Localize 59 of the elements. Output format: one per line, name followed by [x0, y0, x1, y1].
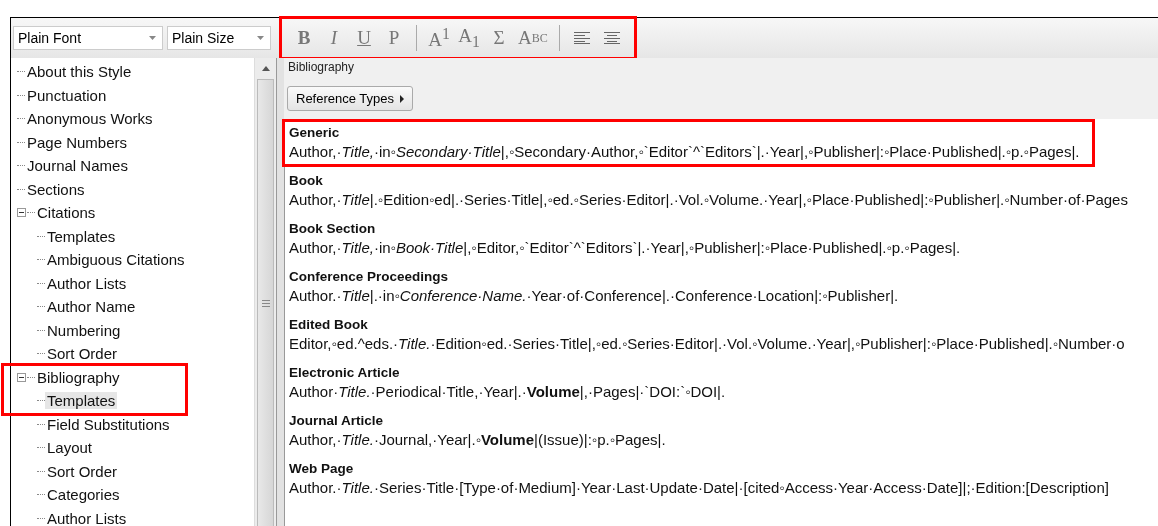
small-caps-button[interactable]: ABC [515, 23, 551, 53]
font-dropdown[interactable]: Plain Font [13, 26, 163, 50]
template-title: Generic [289, 124, 340, 142]
tree-item[interactable]: Page Numbers [25, 133, 130, 151]
tree-item[interactable]: Author Name [45, 298, 138, 316]
template-line[interactable]: Author,·Title|.◦Edition◦ed|.·Series·Title|,◦ed.◦Series·Editor|.·Vol.◦Volume.·Year|,◦Place·Published|:◦Publisher|.◦Number·of·Pages [289, 190, 1128, 209]
plain-button[interactable]: P [380, 23, 408, 53]
template-title: Book [289, 172, 323, 190]
tree-item[interactable]: Sections [25, 180, 87, 198]
align-left-icon [573, 32, 590, 44]
template-line[interactable]: Author·Title.·Periodical·Title,·Year|.·Volume|,·Pages|·`DOI:`◦DOI|. [289, 382, 726, 401]
italic-button[interactable]: I [320, 23, 348, 53]
template-line[interactable]: Editor,◦ed.^eds.·Title.·Edition◦ed.·Series·Title|,◦ed.◦Series·Editor|.·Vol.◦Volume.·Year|,◦Publisher|:◦Place·Published|.◦Number·o [289, 334, 1125, 353]
size-dropdown[interactable]: Plain Size [167, 26, 271, 50]
template-line[interactable]: Author.·Title.·Series·Title·[Type·of·Medium]·Year·Last·Update·Date|·[cited◦Access·Year·Access·Date]|;·Edition:[Description] [289, 478, 1109, 497]
grip-icon [261, 299, 270, 307]
tree-item[interactable]: About this Style [25, 63, 134, 81]
tree-item[interactable]: Field Substitutions [45, 415, 172, 433]
tree-item[interactable]: Journal Names [25, 157, 130, 175]
template-title: Edited Book [289, 316, 368, 334]
superscript-button[interactable]: A$^{1}$ [425, 23, 453, 53]
tree-item[interactable]: Layout [45, 439, 95, 457]
scroll-thumb[interactable] [257, 79, 274, 526]
template-title: Conference Proceedings [289, 268, 449, 286]
tree-item[interactable]: Ambiguous Citations [45, 251, 187, 269]
tree-item[interactable]: Author Lists [45, 274, 129, 292]
symbol-button[interactable]: Σ [485, 23, 513, 53]
dropdown-caret-icon [257, 36, 264, 40]
reference-types-button[interactable]: Reference Types [287, 86, 414, 111]
section-title: Bibliography [288, 60, 355, 74]
template-title: Web Page [289, 460, 354, 478]
collapse-icon[interactable] [17, 372, 26, 382]
tree-item[interactable]: Categories [45, 486, 122, 504]
template-line[interactable]: Author,·Title.·Journal,·Year|.◦Volume|(Issue)|:◦p.◦Pages|. [289, 430, 666, 449]
tree-item[interactable]: Sort Order [45, 345, 120, 363]
tree-item[interactable]: Templates [45, 392, 118, 410]
tree-item[interactable]: Sort Order [45, 462, 120, 480]
dropdown-caret-icon [149, 36, 156, 40]
scroll-up-icon[interactable] [261, 66, 270, 71]
align-center-icon [603, 32, 620, 44]
template-title: Electronic Article [289, 364, 400, 382]
caret-icon [400, 94, 405, 103]
template-title: Journal Article [289, 412, 384, 430]
tree-item[interactable]: Author Lists [45, 509, 129, 526]
subscript-button[interactable]: A$_{1}$ [455, 23, 483, 53]
tree-item[interactable]: Anonymous Works [25, 110, 155, 128]
template-line[interactable]: Author,·Title,·in◦Book·Title|,◦Editor,◦`Editor`^`Editors`|.·Year|,◦Publisher|:◦Place·Published|.◦p.◦Pages|. [289, 238, 961, 257]
template-line[interactable]: Author.·Title|.·in◦Conference·Name.·Year·of·Conference|.·Conference·Location|:◦Publisher|. [289, 286, 899, 305]
scrollbar[interactable] [254, 58, 276, 526]
tree-item[interactable]: Bibliography [35, 368, 122, 386]
tree-item[interactable]: Citations [35, 204, 98, 222]
template-line[interactable]: Author,·Title,·in◦Secondary·Title|,◦Secondary·Author,◦`Editor`^`Editors`|.·Year|,◦Publisher|:◦Place·Published|.◦p.◦Pages|. [289, 142, 1080, 161]
tree-item[interactable]: Numbering [45, 321, 123, 339]
tree-item[interactable]: Templates [45, 227, 118, 245]
underline-button[interactable]: U [350, 23, 378, 53]
tree-item[interactable]: Punctuation [25, 86, 109, 104]
bold-button[interactable]: B [290, 23, 318, 53]
template-title: Book Section [289, 220, 376, 238]
collapse-icon[interactable] [17, 208, 26, 218]
